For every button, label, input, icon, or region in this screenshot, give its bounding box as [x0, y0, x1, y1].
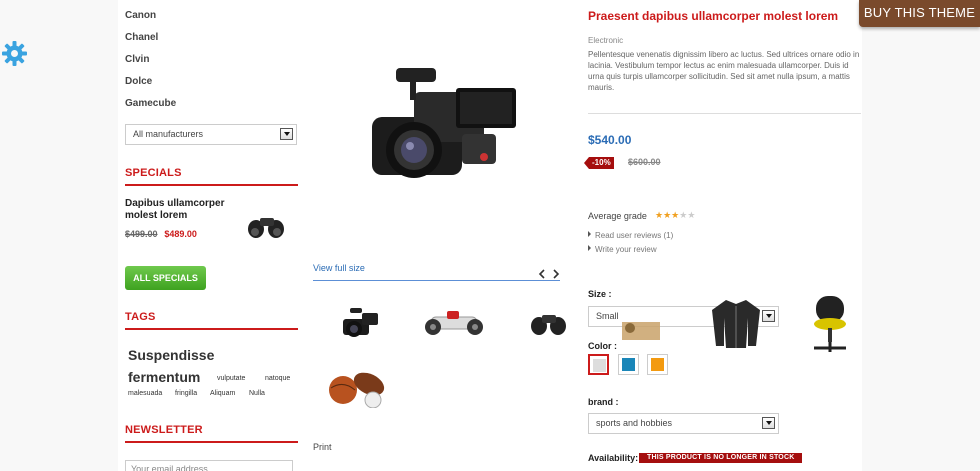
color-swatch-fill	[651, 358, 664, 371]
bullet-arrow-icon	[588, 231, 591, 237]
product-old-price: $600.00	[628, 157, 661, 167]
chevron-down-icon	[762, 417, 775, 429]
thumbnail-camcorder[interactable]	[340, 305, 382, 346]
manufacturer-link[interactable]: Gamecube	[125, 94, 176, 116]
manufacturer-select-value: All manufacturers	[133, 129, 204, 139]
all-specials-button[interactable]: ALL SPECIALS	[125, 266, 206, 290]
color-swatch[interactable]	[618, 354, 639, 375]
main-product-image[interactable]	[366, 62, 522, 195]
availability-status: THIS PRODUCT IS NO LONGER IN STOCK	[639, 453, 803, 463]
bullet-arrow-icon	[588, 245, 591, 251]
star-icon: ★	[663, 210, 672, 220]
binoculars-image[interactable]	[246, 212, 288, 247]
rating-stars: ★★★★★	[655, 210, 695, 221]
tag-link[interactable]: Nulla	[249, 390, 265, 397]
tag-link[interactable]: Aliquam	[210, 390, 235, 397]
related-product-jacket[interactable]	[708, 296, 764, 357]
product-title: Praesent dapibus ullamcorper molest lore…	[588, 9, 839, 23]
manufacturer-link[interactable]: Chanel	[125, 28, 176, 50]
write-review-link[interactable]: Write your review	[588, 245, 657, 254]
thumbnail-binoculars[interactable]	[529, 310, 569, 343]
size-label: Size :	[588, 289, 612, 299]
thumbnail-toy-car[interactable]	[423, 307, 485, 344]
manufacturer-list: Canon Chanel Clvin Dolce Gamecube	[125, 6, 176, 116]
discount-badge: -10%	[584, 157, 614, 169]
tag-link[interactable]: vulputate	[217, 375, 245, 382]
read-reviews-label[interactable]: Read user reviews (1)	[595, 231, 673, 240]
newsletter-heading: NEWSLETTER	[125, 424, 298, 443]
read-reviews-link[interactable]: Read user reviews (1)	[588, 231, 673, 240]
related-product-chair[interactable]	[808, 294, 852, 359]
details-divider	[588, 113, 861, 114]
specials-heading: SPECIALS	[125, 167, 298, 186]
settings-gear-icon[interactable]	[1, 40, 28, 67]
write-review-label[interactable]: Write your review	[595, 245, 657, 254]
product-price: $540.00	[588, 133, 632, 147]
tags-heading: TAGS	[125, 311, 298, 330]
tag-link[interactable]: natoque	[265, 375, 290, 382]
view-full-size-link[interactable]: View full size	[313, 263, 365, 273]
newsletter-email-input[interactable]: Your email address	[125, 460, 293, 471]
brand-select[interactable]: sports and hobbies	[588, 413, 779, 434]
special-product-name[interactable]: Dapibus ullamcorper molest lorem	[125, 198, 235, 222]
manufacturer-link[interactable]: Canon	[125, 6, 176, 28]
tag-link[interactable]: fringilla	[175, 390, 197, 397]
color-swatch-fill	[622, 358, 635, 371]
gallery-divider	[313, 280, 560, 281]
prev-arrow-icon[interactable]	[538, 266, 546, 284]
special-old-price: $499.00	[125, 229, 158, 239]
special-product[interactable]: Dapibus ullamcorper molest lorem $499.00…	[125, 198, 235, 241]
print-link[interactable]: Print	[313, 442, 332, 452]
brand-select-value: sports and hobbies	[596, 418, 673, 428]
color-swatch-fill	[593, 359, 606, 372]
related-product-toy[interactable]	[614, 322, 668, 349]
brand-label: brand :	[588, 397, 619, 407]
manufacturer-select[interactable]: All manufacturers	[125, 124, 297, 145]
next-arrow-icon[interactable]	[552, 266, 560, 284]
chevron-down-icon	[280, 128, 293, 140]
size-select-value: Small	[596, 311, 619, 321]
product-category[interactable]: Electronic	[588, 36, 623, 45]
color-label: Color :	[588, 341, 617, 351]
manufacturer-link[interactable]: Dolce	[125, 72, 176, 94]
tag-link[interactable]: malesuada	[128, 390, 162, 397]
thumbnail-sports-balls[interactable]	[327, 368, 389, 413]
color-swatch[interactable]	[647, 354, 668, 375]
star-icon: ★	[687, 210, 696, 220]
buy-theme-button[interactable]: BUY THIS THEME	[859, 0, 980, 27]
tag-link[interactable]: fermentum	[128, 369, 200, 385]
average-grade-label: Average grade	[588, 211, 647, 221]
product-description: Pellentesque venenatis dignissim libero …	[588, 50, 860, 92]
color-swatch[interactable]	[588, 354, 609, 375]
star-icon: ★	[655, 210, 664, 220]
special-new-price: $489.00	[164, 229, 197, 239]
manufacturer-link[interactable]: Clvin	[125, 50, 176, 72]
availability-label: Availability:	[588, 453, 639, 463]
tag-link[interactable]: Suspendisse	[128, 347, 214, 363]
